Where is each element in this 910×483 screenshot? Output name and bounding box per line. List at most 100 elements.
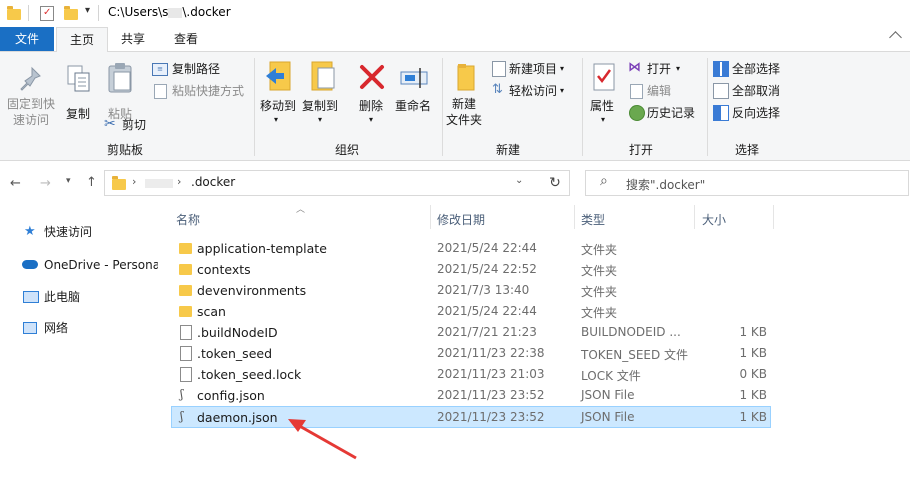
- tab-share[interactable]: 共享: [108, 27, 158, 51]
- pin-icon: [20, 66, 41, 91]
- tab-file[interactable]: 文件: [0, 27, 54, 51]
- open-group-label: 打开: [629, 143, 654, 157]
- paste-shortcut-label: 粘贴快捷方式: [172, 84, 245, 98]
- file-date: 2021/11/23 21:03: [437, 367, 545, 381]
- file-row[interactable]: scan 2021/5/24 22:44 文件夹: [172, 301, 770, 322]
- sidebar-item-onedrive[interactable]: OneDrive - Persona: [22, 255, 158, 275]
- file-row[interactable]: ʃ config.json 2021/11/23 23:52 JSON File 1 K…: [172, 385, 770, 406]
- move-to-button[interactable]: 移动到 ▾: [258, 60, 300, 126]
- forward-arrow-icon[interactable]: →: [40, 176, 51, 191]
- chevron-down-icon[interactable]: ▾: [85, 5, 90, 16]
- file-type: TOKEN_SEED 文件: [581, 348, 689, 362]
- column-header-size[interactable]: 大小: [702, 211, 726, 228]
- file-row[interactable]: .token_seed.lock 2021/11/23 21:03 LOCK 文件 0…: [172, 364, 770, 385]
- rename-label: 重命名: [395, 99, 432, 113]
- computer-icon: [23, 291, 39, 303]
- new-folder-icon: [457, 64, 475, 91]
- new-folder-button[interactable]: 新建 文件夹: [446, 60, 486, 134]
- sidebar-item-network[interactable]: 网络: [22, 318, 158, 338]
- edit-label: 编辑: [647, 84, 672, 98]
- pin-quick-access-button[interactable]: 固定到快 速访问: [4, 62, 60, 132]
- file-row[interactable]: contexts 2021/5/24 22:52 文件夹: [172, 259, 770, 280]
- file-row[interactable]: devenvironments 2021/7/3 13:40 文件夹: [172, 280, 770, 301]
- select-all-button[interactable]: 全部选择: [712, 60, 792, 78]
- copy-button[interactable]: 复制: [62, 62, 96, 122]
- file-row[interactable]: ʃ daemon.json 2021/11/23 23:52 JSON File 1 K…: [171, 406, 771, 428]
- paste-button[interactable]: 粘贴: [102, 62, 138, 122]
- sidebar-item-quick-access[interactable]: ★ 快速访问: [22, 222, 158, 242]
- open-button[interactable]: ⋈ 打开 ▾: [628, 60, 688, 78]
- clipboard-group-label: 剪贴板: [107, 143, 144, 157]
- open-label: 打开: [647, 62, 672, 76]
- group-divider: [707, 58, 708, 156]
- cloud-icon: [22, 260, 38, 269]
- history-label: 历史记录: [647, 106, 696, 120]
- file-name: config.json: [197, 388, 265, 403]
- paste-shortcut-button[interactable]: 粘贴快捷方式: [152, 82, 252, 100]
- file-size: 1 KB: [739, 388, 767, 402]
- folder-icon: [179, 243, 192, 254]
- column-header-name[interactable]: 名称: [176, 211, 200, 228]
- column-divider[interactable]: [430, 205, 431, 229]
- file-type: BUILDNODEID ...: [581, 325, 681, 339]
- file-icon: [180, 346, 192, 361]
- breadcrumb-current[interactable]: .docker: [191, 175, 235, 189]
- copy-path-icon: ≡: [152, 63, 168, 76]
- copy-path-button[interactable]: ≡ 复制路径: [152, 60, 242, 78]
- column-divider[interactable]: [694, 205, 695, 229]
- file-row[interactable]: .buildNodeID 2021/7/21 21:23 BUILDNODEID .…: [172, 322, 770, 343]
- folder-icon: [179, 264, 192, 275]
- copy-icon: [67, 65, 90, 92]
- search-input[interactable]: ⌕ 搜索".docker": [585, 170, 909, 196]
- recent-chevron-icon[interactable]: ▾: [66, 176, 71, 186]
- column-divider[interactable]: [773, 205, 774, 229]
- up-arrow-icon[interactable]: ↑: [86, 175, 97, 190]
- file-name: .token_seed: [197, 346, 273, 361]
- pin-label: 固定到快: [7, 97, 56, 111]
- rename-button[interactable]: 重命名: [394, 60, 438, 126]
- divider: [28, 5, 29, 21]
- sidebar-item-label: 此电脑: [44, 290, 81, 304]
- file-date: 2021/5/24 22:52: [437, 262, 537, 276]
- properties-check-icon[interactable]: ✓: [40, 6, 54, 21]
- file-row[interactable]: application-template 2021/5/24 22:44 文件夹: [172, 238, 770, 259]
- file-name: devenvironments: [197, 283, 307, 298]
- cut-button[interactable]: ✂ 剪切: [104, 116, 154, 134]
- file-row[interactable]: .token_seed 2021/11/23 22:38 TOKEN_SEED 文件…: [172, 343, 770, 364]
- copy-to-button[interactable]: 复制到 ▾: [300, 60, 344, 126]
- new-item-icon: [492, 61, 506, 77]
- invert-selection-button[interactable]: 反向选择: [712, 104, 792, 122]
- network-icon: [23, 322, 37, 334]
- refresh-icon: ↻: [549, 175, 561, 191]
- edit-button[interactable]: 编辑: [628, 82, 688, 100]
- easy-access-icon: ⇅: [492, 82, 503, 97]
- delete-button[interactable]: 删除 ▾: [356, 60, 390, 126]
- window-title: C:\Users\s \.docker: [108, 5, 231, 19]
- annotation-arrow: [288, 419, 357, 460]
- tab-home[interactable]: 主页: [56, 27, 108, 53]
- select-none-button[interactable]: 全部取消: [712, 82, 792, 100]
- back-arrow-icon[interactable]: ←: [10, 176, 21, 191]
- new-folder-icon[interactable]: [64, 6, 78, 20]
- column-header-type[interactable]: 类型: [581, 211, 605, 228]
- history-button[interactable]: 历史记录: [628, 104, 704, 122]
- file-date: 2021/7/3 13:40: [437, 283, 530, 297]
- properties-button[interactable]: 属性 ▾: [586, 60, 622, 126]
- refresh-button[interactable]: ↻: [541, 170, 570, 196]
- file-name: daemon.json: [197, 410, 278, 425]
- history-icon: [629, 105, 645, 121]
- group-divider: [582, 58, 583, 156]
- breadcrumb-chevron-icon[interactable]: ›: [132, 175, 136, 188]
- new-item-button[interactable]: 新建项目 ▾: [490, 60, 570, 78]
- sidebar-item-this-pc[interactable]: 此电脑: [22, 287, 158, 307]
- file-type: 文件夹: [581, 264, 618, 278]
- column-header-date[interactable]: 修改日期: [437, 211, 485, 228]
- address-dropdown-icon[interactable]: ⌄: [515, 175, 523, 186]
- address-bar[interactable]: › › .docker ⌄: [104, 170, 542, 196]
- group-divider: [442, 58, 443, 156]
- easy-access-button[interactable]: ⇅ 轻松访问 ▾: [490, 82, 570, 100]
- new-folder-label-2: 文件夹: [446, 113, 483, 127]
- tab-view[interactable]: 查看: [160, 27, 212, 51]
- column-divider[interactable]: [574, 205, 575, 229]
- breadcrumb-chevron-icon[interactable]: ›: [177, 175, 181, 188]
